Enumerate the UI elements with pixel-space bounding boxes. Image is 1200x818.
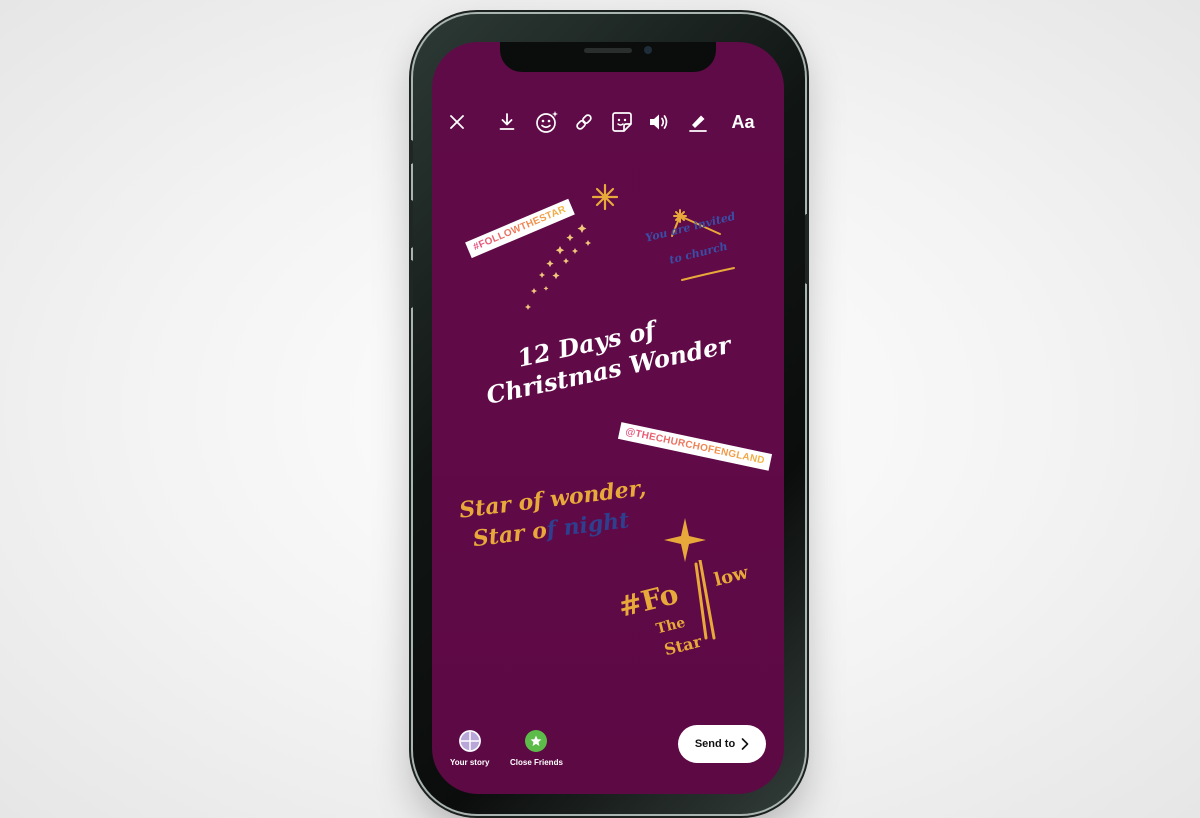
your-story-avatar [458, 730, 481, 752]
volume-down-button [409, 260, 413, 308]
story-toolbar: Aa [446, 108, 774, 136]
volume-up-button [409, 200, 413, 248]
sound-icon[interactable] [646, 108, 672, 136]
close-friends-avatar [525, 730, 548, 752]
lyric-line-2-gold: Star o [471, 517, 549, 553]
bright-star-icon [664, 518, 706, 562]
send-to-button[interactable]: Send to [678, 725, 766, 763]
power-button [805, 214, 809, 284]
star-trail-sparkles-icon[interactable] [520, 216, 600, 316]
send-to-label: Send to [694, 738, 736, 750]
download-icon[interactable] [496, 108, 518, 136]
mention-sticker[interactable]: @THECHURCHOFENGLAND [617, 422, 773, 471]
mention-sticker-text: @THECHURCHOFENGLAND [624, 426, 766, 467]
phone-frame: Aa #FOLLOWTHESTAR You are invited to chu… [409, 14, 809, 814]
notch [500, 42, 716, 72]
mute-switch [409, 140, 413, 164]
close-friends-label: Close Friends [510, 758, 563, 767]
cross-icon [458, 730, 481, 752]
story-editor-screen: Aa #FOLLOWTHESTAR You are invited to chu… [432, 42, 784, 794]
follow-star-text: Star [662, 631, 704, 660]
chevron-right-icon [741, 738, 749, 750]
invite-sticker[interactable]: You are invited to church [644, 204, 764, 304]
link-icon[interactable] [572, 108, 596, 136]
share-bar: Your story Close Friends Send to [432, 714, 784, 794]
close-icon[interactable] [446, 108, 468, 136]
your-story-button[interactable]: Your story [450, 730, 489, 767]
invite-underline [681, 267, 735, 281]
face-effects-icon[interactable] [534, 108, 560, 136]
close-friends-button[interactable]: Close Friends [510, 730, 563, 767]
follow-the-text: The [654, 614, 688, 638]
front-camera [644, 46, 652, 54]
sparkle-star-icon[interactable] [590, 182, 620, 212]
follow-the-star-sticker[interactable]: #Fo low The Star [612, 516, 762, 676]
speaker [584, 48, 632, 53]
star-icon [530, 735, 542, 746]
sticker-icon[interactable] [610, 108, 634, 136]
text-tool-button[interactable]: Aa [728, 108, 758, 136]
text-tool-label: Aa [731, 111, 755, 132]
draw-icon[interactable] [686, 108, 710, 136]
your-story-label: Your story [450, 758, 490, 767]
headline-sticker[interactable]: 12 Days of Christmas Wonder [474, 297, 757, 441]
